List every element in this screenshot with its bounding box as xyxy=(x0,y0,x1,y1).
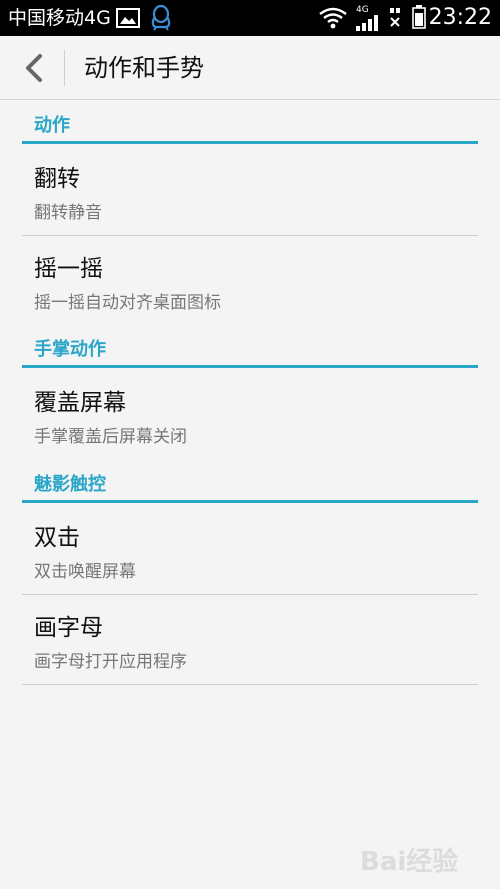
clock: 23:22 xyxy=(428,5,492,30)
section-header-label: 动作 xyxy=(34,115,70,136)
section-header-actions: 动作 xyxy=(22,108,478,144)
list-item-shake[interactable]: 摇一摇 摇一摇自动对齐桌面图标 xyxy=(22,236,478,326)
watermark-text: Bai经验 xyxy=(360,847,459,877)
list-item-subtitle: 双击唤醒屏幕 xyxy=(34,562,136,582)
signal-strength-icon xyxy=(356,15,378,31)
list-item-subtitle: 手掌覆盖后屏幕关闭 xyxy=(34,427,187,447)
list-item-cover-screen[interactable]: 覆盖屏幕 手掌覆盖后屏幕关闭 xyxy=(22,370,478,460)
network-type-label: 4G xyxy=(356,5,369,15)
list-item-flip[interactable]: 翻转 翻转静音 xyxy=(22,146,478,236)
app-bar: 动作和手势 xyxy=(0,36,500,100)
section-header-palm-actions: 手掌动作 xyxy=(22,332,478,368)
list-item-title: 画字母 xyxy=(34,615,103,641)
image-icon xyxy=(116,8,140,28)
wifi-icon xyxy=(319,7,347,29)
status-bar: 中国移动4G 4G 23:22 xyxy=(0,0,500,36)
page-title: 动作和手势 xyxy=(84,54,204,82)
back-button[interactable] xyxy=(18,50,54,86)
baidu-watermark: Bai经验 xyxy=(356,835,486,879)
section-header-label: 手掌动作 xyxy=(34,339,106,360)
sim-no-signal-icon xyxy=(390,8,400,27)
app-bar-divider xyxy=(64,50,65,86)
list-item-draw-letter[interactable]: 画字母 画字母打开应用程序 xyxy=(22,595,478,685)
list-item-title: 覆盖屏幕 xyxy=(34,390,126,416)
list-item-double-tap[interactable]: 双击 双击唤醒屏幕 xyxy=(22,505,478,595)
carrier-label: 中国移动4G xyxy=(8,7,111,29)
chevron-left-icon xyxy=(26,54,42,82)
list-item-subtitle: 画字母打开应用程序 xyxy=(34,652,187,672)
list-item-title: 摇一摇 xyxy=(34,256,103,282)
list-item-subtitle: 翻转静音 xyxy=(34,203,102,223)
section-header-phantom-touch: 魅影触控 xyxy=(22,467,478,503)
list-item-title: 翻转 xyxy=(34,166,80,192)
qq-icon xyxy=(151,4,171,31)
section-header-label: 魅影触控 xyxy=(34,474,106,495)
list-item-title: 双击 xyxy=(34,525,80,551)
list-item-subtitle: 摇一摇自动对齐桌面图标 xyxy=(34,293,221,313)
battery-icon xyxy=(412,5,426,29)
